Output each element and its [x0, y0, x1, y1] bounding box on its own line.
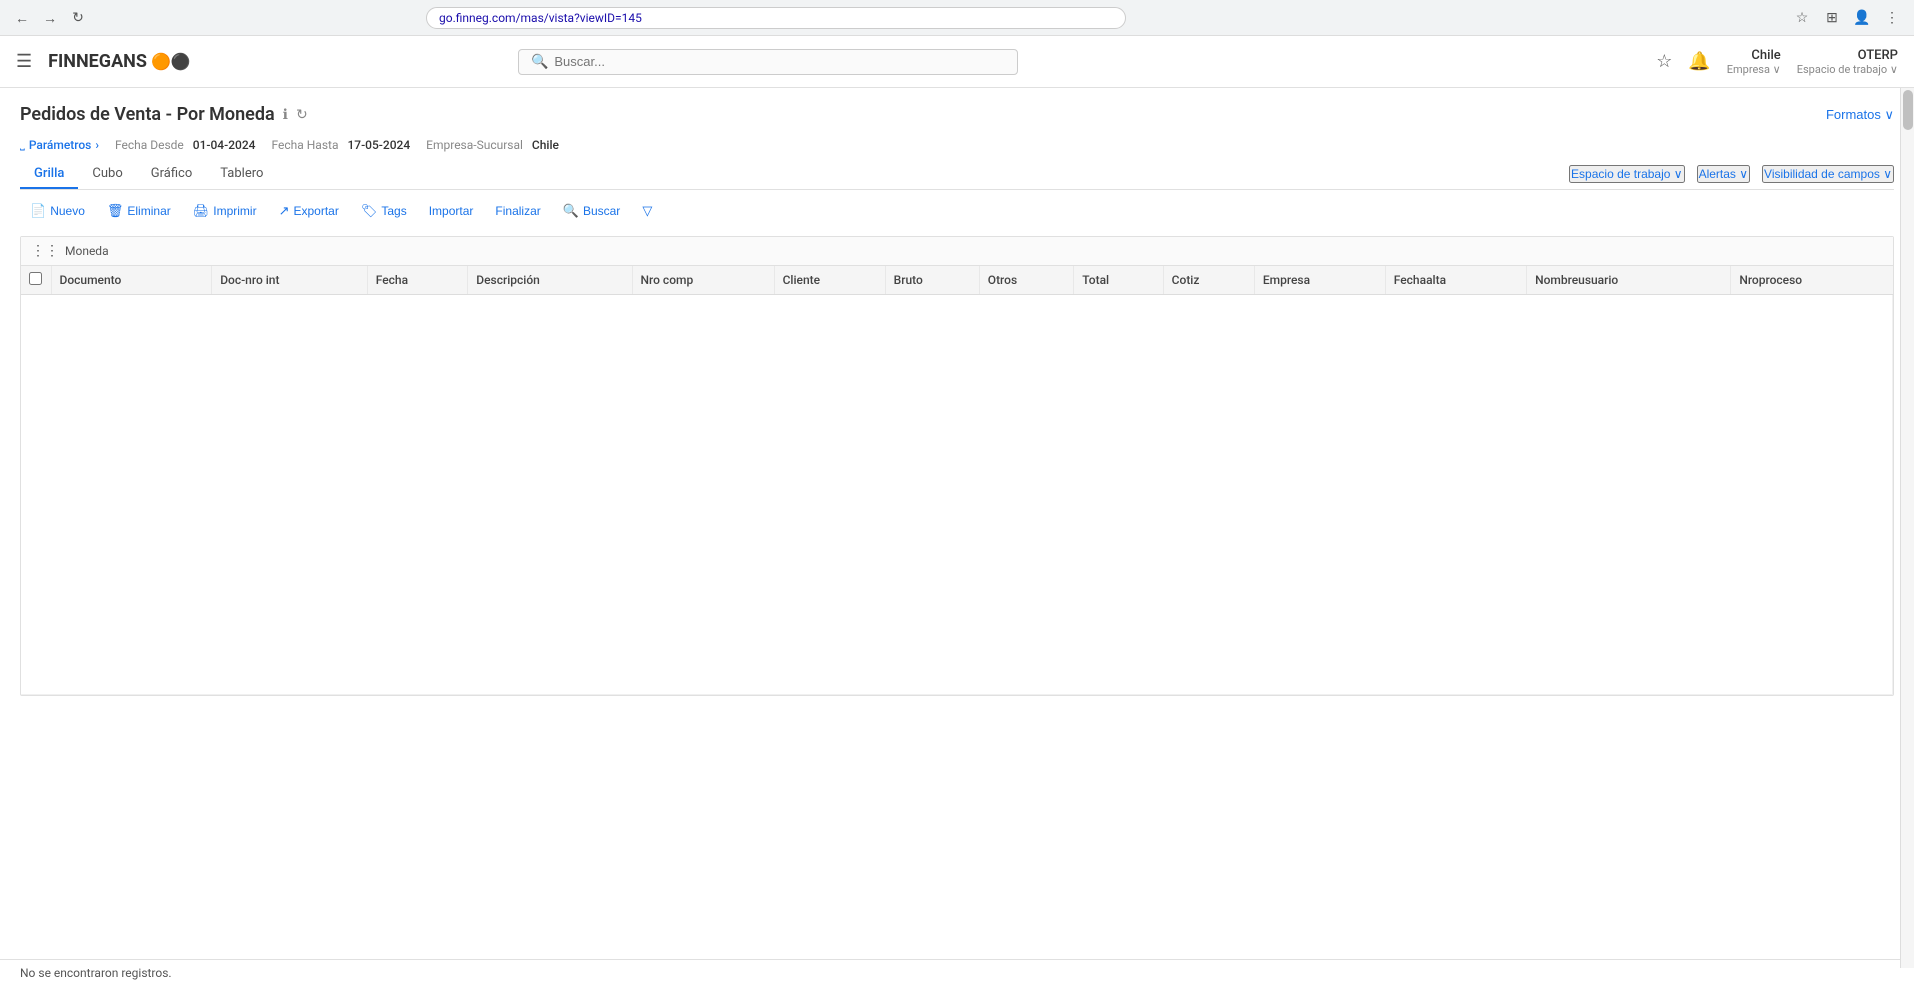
tab-grafico[interactable]: Gráfico [137, 160, 207, 189]
grid-icon: ⋮⋮ [31, 243, 59, 259]
page-title: Pedidos de Venta - Por Moneda [20, 104, 275, 125]
alertas-dropdown[interactable]: Alertas ∨ [1697, 165, 1750, 183]
eliminar-button[interactable]: 🗑 Eliminar [97, 198, 181, 224]
browser-nav-buttons: ← → ↻ [10, 6, 90, 30]
logo[interactable]: FINNEGANS 🟠⚫ [48, 51, 191, 72]
company-label: Empresa ∨ [1727, 63, 1781, 76]
buscar-icon: 🔍 [563, 203, 579, 219]
col-otros[interactable]: Otros [979, 266, 1073, 295]
tags-button[interactable]: 🏷 Tags [351, 198, 417, 224]
back-button[interactable]: ← [10, 6, 34, 30]
company-name: Chile [1751, 48, 1780, 63]
view-tabs: Grilla Cubo Gráfico Tablero [20, 160, 277, 189]
workspace-name: OTERP [1858, 48, 1898, 63]
col-doc-nro-int[interactable]: Doc-nro int [212, 266, 368, 295]
filter-icon: ▽ [642, 203, 652, 219]
col-descripcion[interactable]: Descripción [468, 266, 632, 295]
imprimir-button[interactable]: 🖨 Imprimir [183, 198, 267, 224]
param-fecha-desde: Fecha Desde 01-04-2024 [115, 138, 256, 152]
empty-area [21, 295, 1893, 695]
workspace-label: Espacio de trabajo ∨ [1797, 63, 1898, 76]
search-input[interactable] [554, 54, 1005, 69]
visibilidad-dropdown[interactable]: Visibilidad de campos ∨ [1762, 165, 1894, 183]
nuevo-icon: 📄 [30, 203, 46, 219]
browser-chrome: ← → ↻ go.finneg.com/mas/vista?viewID=145… [0, 0, 1914, 36]
finalizar-button[interactable]: Finalizar [485, 199, 550, 223]
no-records-text: No se encontraron registros. [20, 966, 172, 980]
hamburger-menu-icon[interactable]: ☰ [16, 51, 32, 72]
page-title-row: Pedidos de Venta - Por Moneda ℹ ↻ Format… [20, 104, 1894, 125]
group-label: Moneda [65, 244, 109, 258]
col-documento[interactable]: Documento [51, 266, 212, 295]
logo-text: FINNEGANS [48, 51, 147, 72]
tab-tablero[interactable]: Tablero [206, 160, 277, 189]
table-group-header: ⋮⋮ Moneda [21, 237, 1893, 266]
col-empresa[interactable]: Empresa [1254, 266, 1385, 295]
status-bar: No se encontraron registros. [0, 959, 1914, 986]
workspace-area[interactable]: OTERP Espacio de trabajo ∨ [1797, 48, 1898, 76]
nuevo-button[interactable]: 📄 Nuevo [20, 198, 95, 224]
params-icon: ⎵ [20, 137, 25, 152]
browser-right-icons: ☆ ⊞ 👤 ⋮ [1790, 6, 1904, 30]
user-company-area[interactable]: Chile Empresa ∨ [1727, 48, 1781, 76]
eliminar-icon: 🗑 [107, 203, 124, 219]
tab-grilla[interactable]: Grilla [20, 160, 78, 189]
col-cliente[interactable]: Cliente [774, 266, 885, 295]
col-nroproceso[interactable]: Nroproceso [1731, 266, 1893, 295]
col-nro-comp[interactable]: Nro comp [632, 266, 774, 295]
top-right-controls: Espacio de trabajo ∨ Alertas ∨ Visibilid… [1569, 165, 1894, 189]
bookmark-icon[interactable]: ☆ [1790, 6, 1814, 30]
col-bruto[interactable]: Bruto [885, 266, 979, 295]
url-text: go.finneg.com/mas/vista?viewID=145 [439, 11, 1113, 25]
col-total[interactable]: Total [1074, 266, 1163, 295]
table-header-row: Documento Doc-nro int Fecha Descripción … [21, 266, 1893, 295]
tags-icon: 🏷 [361, 203, 378, 219]
params-link[interactable]: ⎵ Parámetros › [20, 137, 99, 152]
search-icon: 🔍 [531, 54, 548, 70]
logo-co: 🟠⚫ [151, 52, 191, 71]
col-cotiz[interactable]: Cotiz [1163, 266, 1254, 295]
address-bar[interactable]: go.finneg.com/mas/vista?viewID=145 [426, 7, 1126, 29]
params-row: ⎵ Parámetros › Fecha Desde 01-04-2024 Fe… [20, 137, 1894, 152]
param-empresa: Empresa-Sucursal Chile [426, 138, 559, 152]
refresh-button[interactable]: ↻ [296, 106, 308, 123]
toolbar: 📄 Nuevo 🗑 Eliminar 🖨 Imprimir ↗ Exportar… [20, 198, 1894, 224]
main-content: Pedidos de Venta - Por Moneda ℹ ↻ Format… [0, 88, 1914, 712]
col-fechaalta[interactable]: Fechaalta [1385, 266, 1526, 295]
empty-row [21, 295, 1893, 695]
search-bar[interactable]: 🔍 [518, 49, 1018, 75]
bookmark-app-icon[interactable]: ☆ [1656, 51, 1672, 72]
col-fecha[interactable]: Fecha [367, 266, 468, 295]
exportar-icon: ↗ [279, 203, 290, 219]
workspace-dropdown[interactable]: Espacio de trabajo ∨ [1569, 165, 1685, 183]
extensions-icon[interactable]: ⊞ [1820, 6, 1844, 30]
forward-button[interactable]: → [38, 6, 62, 30]
formats-button[interactable]: Formatos ∨ [1826, 107, 1894, 123]
vscroll-thumb[interactable] [1903, 90, 1913, 130]
imprimir-icon: 🖨 [193, 203, 210, 219]
avatar-icon[interactable]: 👤 [1850, 6, 1874, 30]
vertical-scrollbar[interactable] [1900, 88, 1914, 968]
importar-button[interactable]: Importar [419, 199, 484, 223]
select-all-checkbox[interactable] [29, 272, 42, 285]
chrome-menu-icon[interactable]: ⋮ [1880, 6, 1904, 30]
param-fecha-hasta: Fecha Hasta 17-05-2024 [271, 138, 410, 152]
app-header: ☰ FINNEGANS 🟠⚫ 🔍 ☆ 🔔 Chile Empresa ∨ OTE… [0, 36, 1914, 88]
table-section: ⋮⋮ Moneda Documento Doc-nro int Fecha De… [20, 236, 1894, 696]
bell-icon[interactable]: 🔔 [1688, 51, 1710, 72]
filter-button[interactable]: ▽ [632, 198, 662, 224]
table-body [21, 295, 1893, 695]
tab-cubo[interactable]: Cubo [78, 160, 136, 189]
buscar-button[interactable]: 🔍 Buscar [553, 198, 631, 224]
info-icon[interactable]: ℹ [283, 107, 288, 123]
checkbox-col-header[interactable] [21, 266, 51, 295]
data-table: Documento Doc-nro int Fecha Descripción … [21, 266, 1893, 695]
exportar-button[interactable]: ↗ Exportar [269, 198, 349, 224]
reload-button[interactable]: ↻ [66, 6, 90, 30]
col-nombreusuario[interactable]: Nombreusuario [1527, 266, 1731, 295]
header-right: ☆ 🔔 Chile Empresa ∨ OTERP Espacio de tra… [1656, 48, 1898, 76]
